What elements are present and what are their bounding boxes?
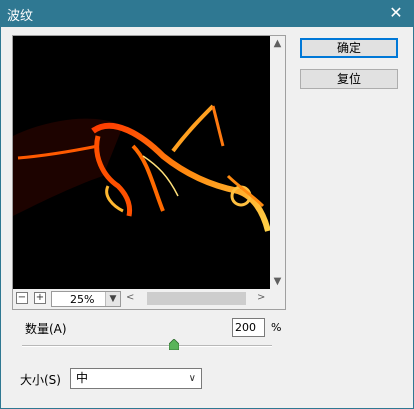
title-bar: 波纹 ✕ (0, 0, 414, 27)
scroll-left-icon[interactable]: < (126, 292, 134, 303)
zoom-in-button[interactable]: + (34, 292, 46, 304)
reset-button[interactable]: 复位 (300, 69, 398, 89)
amount-unit: % (271, 321, 282, 334)
zoom-value: 25% (70, 293, 95, 306)
size-selected-value: 中 (76, 371, 89, 385)
ok-button[interactable]: 确定 (300, 38, 398, 58)
preview-vertical-scrollbar[interactable]: ▲ ▼ (270, 36, 285, 289)
size-select[interactable]: 中 ∨ (70, 368, 202, 389)
scroll-down-icon[interactable]: ▼ (272, 276, 283, 287)
fire-figure-image (13, 36, 270, 289)
horizontal-scroll-thumb[interactable] (147, 292, 246, 305)
close-icon[interactable]: ✕ (386, 3, 406, 23)
amount-input[interactable]: 200 (232, 318, 265, 337)
zoom-select[interactable]: 25% ▼ (51, 291, 121, 307)
scroll-right-icon[interactable]: > (257, 292, 265, 303)
amount-slider-track[interactable] (22, 345, 272, 347)
amount-slider-thumb[interactable] (169, 339, 179, 350)
window-title: 波纹 (7, 9, 34, 24)
amount-label: 数量(A) (25, 322, 67, 336)
zoom-out-button[interactable]: − (16, 292, 28, 304)
scroll-up-icon[interactable]: ▲ (272, 38, 283, 49)
size-label: 大小(S) (20, 373, 61, 387)
preview-image[interactable] (13, 36, 270, 289)
chevron-down-icon[interactable]: ▼ (105, 292, 120, 306)
chevron-down-icon[interactable]: ∨ (189, 369, 196, 388)
